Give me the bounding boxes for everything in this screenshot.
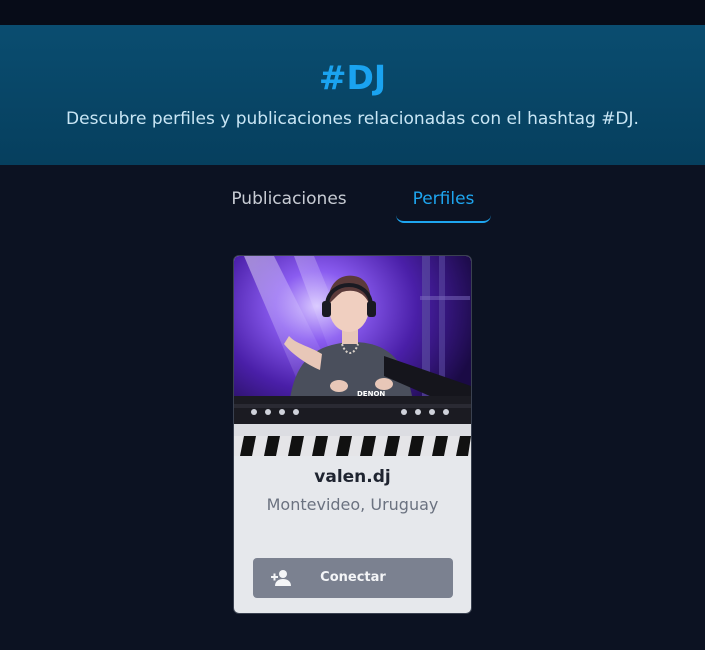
top-bar bbox=[0, 0, 705, 25]
content-tabs: Publicaciones Perfiles bbox=[0, 165, 705, 225]
profile-location: Montevideo, Uruguay bbox=[266, 495, 439, 514]
hashtag-page: #DJ Descubre perfiles y publicaciones re… bbox=[0, 0, 705, 650]
profile-photo[interactable]: DENON bbox=[234, 256, 471, 456]
profile-card[interactable]: DENON valen.dj Montevideo, Uruguay Conec… bbox=[233, 255, 472, 614]
tab-perfiles[interactable]: Perfiles bbox=[396, 185, 491, 223]
mixer-brand-label: DENON bbox=[357, 390, 385, 398]
hashtag-header: #DJ Descubre perfiles y publicaciones re… bbox=[0, 25, 705, 165]
hashtag-description: Descubre perfiles y publicaciones relaci… bbox=[66, 109, 639, 129]
tab-publicaciones[interactable]: Publicaciones bbox=[222, 185, 356, 221]
hashtag-title: #DJ bbox=[318, 58, 387, 97]
profile-username[interactable]: valen.dj bbox=[234, 466, 471, 488]
connect-button[interactable]: Conectar bbox=[253, 558, 453, 598]
connect-button-label: Conectar bbox=[320, 570, 386, 585]
